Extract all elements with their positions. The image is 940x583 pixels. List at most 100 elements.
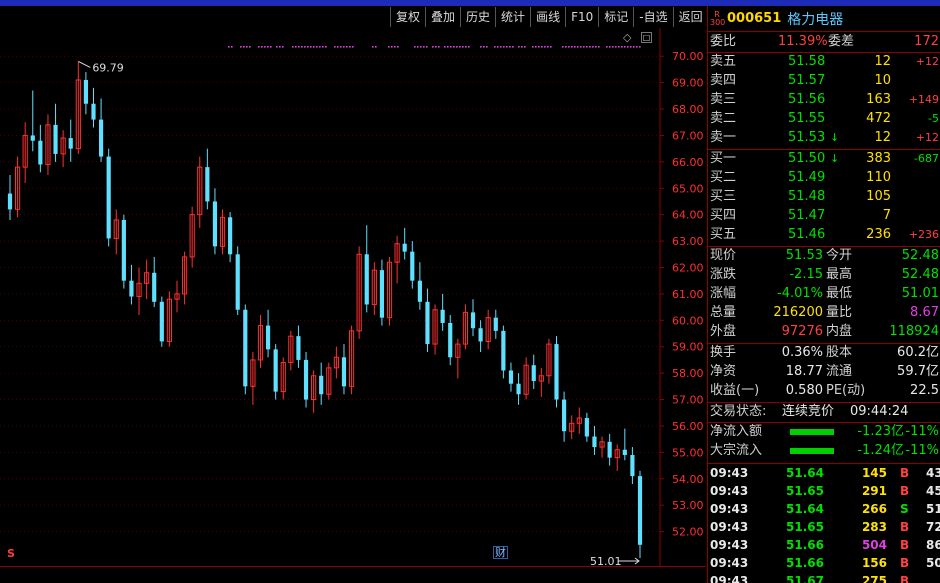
bid-row[interactable]: 买三 51.48 105 xyxy=(708,188,940,206)
stat-row[interactable]: 涨幅 -4.01% 最低 51.01 xyxy=(708,285,940,303)
draw-diamond-icon[interactable]: ◇ xyxy=(623,31,631,44)
signal-dot xyxy=(249,46,251,48)
toolbar-button-4[interactable]: 画线 xyxy=(530,7,565,27)
signal-dot xyxy=(394,46,396,48)
bid-row[interactable]: 买一 51.50 ↓ 383 -687 xyxy=(708,150,940,168)
signal-dot xyxy=(453,46,455,48)
wecha-label: 委差 xyxy=(828,34,855,49)
candle-body xyxy=(319,375,324,395)
toolbar-button-1[interactable]: 叠加 xyxy=(425,7,460,27)
y-axis-label: 56.00 xyxy=(672,420,704,433)
fund-label: PE(动) xyxy=(826,383,866,398)
tick-row[interactable]: 09:43 51.65 283 B 72 xyxy=(708,518,940,536)
fund-row[interactable]: 净资 18.77 流通 59.7亿 xyxy=(708,363,940,381)
signal-dot xyxy=(571,46,573,48)
signal-dot xyxy=(435,46,437,48)
bid-price: 51.50 xyxy=(788,151,826,166)
y-axis-label: 70.00 xyxy=(672,50,704,63)
flow-row[interactable]: 大宗流入 -1.24亿 -11% xyxy=(708,442,940,460)
signal-dot xyxy=(334,46,336,48)
webi-row[interactable]: 委比 11.39% 委差 172 xyxy=(708,33,940,51)
flow-bar xyxy=(790,448,834,454)
ask-row[interactable]: 卖一 51.53 ↓ 12 +12 xyxy=(708,129,940,147)
stat-row[interactable]: 现价 51.53 今开 52.48 xyxy=(708,247,940,265)
tick-volume: 266 xyxy=(861,502,887,516)
bid-row[interactable]: 买五 51.46 236 +236 xyxy=(708,226,940,244)
signal-dot xyxy=(636,46,638,48)
kline-chart[interactable]: 70.00 69.00 68.00 67.00 66.00 65.00 64.00 63.00… xyxy=(0,28,706,566)
fund-row[interactable]: 收益(一) 0.580 PE(动) 22.5 xyxy=(708,382,940,400)
tick-row[interactable]: 09:43 51.66 156 B 50 xyxy=(708,554,940,572)
signal-dot xyxy=(319,46,321,48)
bid-row[interactable]: 买二 51.49 110 xyxy=(708,169,940,187)
signal-dot xyxy=(512,46,514,48)
candle-body xyxy=(637,476,643,545)
ask-volume: 12 xyxy=(874,130,891,145)
toolbar-button-3[interactable]: 统计 xyxy=(495,7,530,27)
signal-dot xyxy=(304,46,306,48)
toolbar-button-8[interactable]: 返回 xyxy=(672,7,709,27)
candle-body xyxy=(228,217,233,255)
stat-value: 8.67 xyxy=(910,305,939,320)
ask-row[interactable]: 卖五 51.58 12 +12 xyxy=(708,53,940,71)
signal-dot xyxy=(282,46,284,48)
bid-row[interactable]: 买四 51.47 7 xyxy=(708,207,940,225)
signal-dot xyxy=(544,46,546,48)
tick-time: 09:43 xyxy=(710,520,749,534)
fund-label: 收益(一) xyxy=(710,383,760,398)
trade-status-row[interactable]: 交易状态: 连续竞价 09:44:24 xyxy=(708,403,940,421)
tick-row[interactable]: 09:43 51.67 275 B xyxy=(708,572,940,583)
signal-dot xyxy=(456,46,458,48)
bid-price: 51.49 xyxy=(788,170,826,185)
signal-marker[interactable]: S xyxy=(7,547,15,560)
bid-arrow: ↓ xyxy=(830,152,840,165)
signal-dot xyxy=(562,46,564,48)
signal-dot xyxy=(313,46,315,48)
toolbar-button-2[interactable]: 历史 xyxy=(460,7,495,27)
tick-volume: 283 xyxy=(861,520,887,534)
toolbar-button-0[interactable]: 复权 xyxy=(390,7,425,27)
y-axis-label: 64.00 xyxy=(672,209,704,222)
ask-row[interactable]: 卖四 51.57 10 xyxy=(708,72,940,90)
ask-row[interactable]: 卖三 51.56 163 +149 xyxy=(708,91,940,109)
bid-volume: 105 xyxy=(866,189,891,204)
tick-row[interactable]: 09:43 51.64 266 S 51 xyxy=(708,500,940,518)
tick-volume: 156 xyxy=(861,556,887,570)
finance-marker[interactable]: 财 xyxy=(493,546,508,559)
tick-row[interactable]: 09:43 51.66 504 B 86 xyxy=(708,536,940,554)
candle-body xyxy=(448,322,453,358)
y-axis-label: 59.00 xyxy=(672,341,704,354)
signal-dot xyxy=(279,46,281,48)
ask-row[interactable]: 卖二 51.55 472 -5 xyxy=(708,110,940,128)
signal-dot xyxy=(264,46,266,48)
stat-row[interactable]: 总量 216200 量比 8.67 xyxy=(708,304,940,322)
tick-volume: 504 xyxy=(861,538,887,552)
ask-price: 51.58 xyxy=(788,54,826,69)
bid-volume: 236 xyxy=(866,227,891,242)
y-axis-label: 69.00 xyxy=(672,77,704,90)
fund-row[interactable]: 换手 0.36% 股本 60.2亿 xyxy=(708,344,940,362)
signal-dot xyxy=(518,46,520,48)
candle-body xyxy=(30,135,35,141)
stock-name[interactable]: 格力电器 xyxy=(787,9,843,29)
stat-row[interactable]: 外盘 97276 内盘 118924 xyxy=(708,323,940,341)
signal-dot xyxy=(598,46,600,48)
stat-row[interactable]: 涨跌 -2.15 最高 52.48 xyxy=(708,266,940,284)
signal-dot xyxy=(423,46,425,48)
tick-row[interactable]: 09:43 51.64 145 B 43 xyxy=(708,464,940,482)
flow-row[interactable]: 净流入额 -1.23亿 -11% xyxy=(708,423,940,441)
toolbar-button-6[interactable]: 标记 xyxy=(598,7,633,27)
ask-volume: 472 xyxy=(866,111,891,126)
signal-dot xyxy=(375,46,377,48)
toolbar-button-7[interactable]: -自选 xyxy=(633,7,672,27)
toolbar-button-5[interactable]: F10 xyxy=(565,7,598,27)
stock-code[interactable]: 000651 xyxy=(727,11,781,26)
signal-dot xyxy=(612,46,614,48)
window-toggle-icon[interactable]: □ xyxy=(641,32,652,43)
fund-value: 18.77 xyxy=(785,364,823,379)
stat-value: 51.53 xyxy=(785,248,823,263)
board-badge: R 300 xyxy=(710,10,725,27)
tick-row[interactable]: 09:43 51.65 291 B 45 xyxy=(708,482,940,500)
fund-value: 0.580 xyxy=(785,383,823,398)
kline-chart-canvas[interactable]: 70.00 69.00 68.00 67.00 66.00 65.00 64.00 63.00… xyxy=(0,28,706,566)
